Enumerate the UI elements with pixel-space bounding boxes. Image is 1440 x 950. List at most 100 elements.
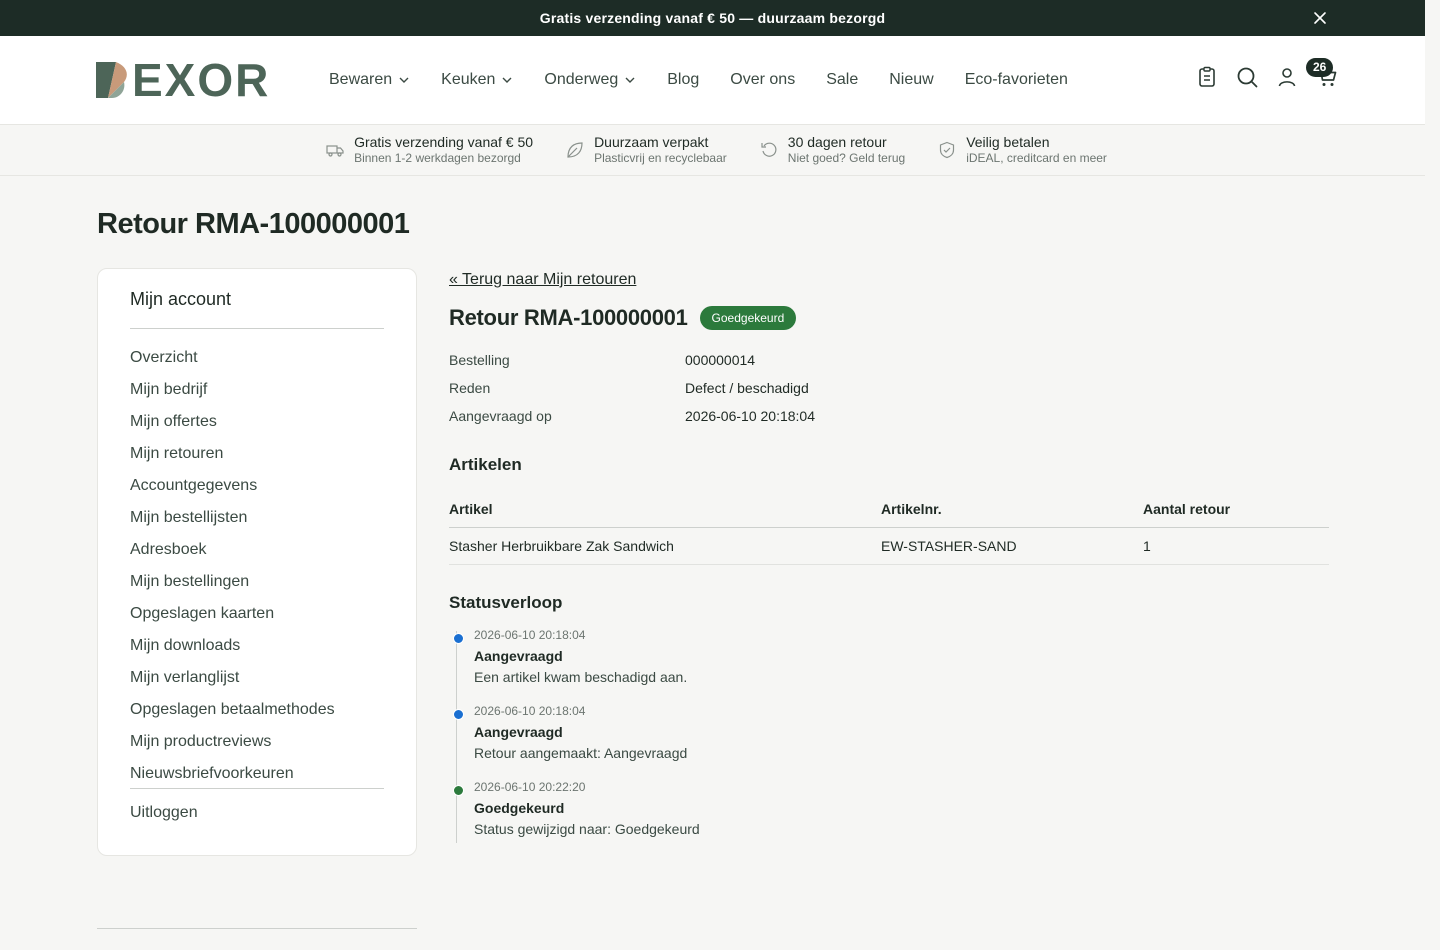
usp-item: Veilig betalen iDEAL, creditcard en meer bbox=[938, 134, 1107, 166]
table-cell: 1 bbox=[1143, 527, 1329, 565]
meta-label: Bestelling bbox=[449, 352, 510, 368]
usp-title: Gratis verzending vanaf € 50 bbox=[354, 134, 534, 150]
sidebar-item-accountgegevens[interactable]: Accountgegevens bbox=[130, 476, 384, 508]
column-header: Artikelnr. bbox=[881, 491, 1143, 528]
leaf-icon bbox=[567, 142, 583, 158]
clipboard-icon[interactable] bbox=[1196, 66, 1218, 88]
timeline-message: Een artikel kwam beschadigd aan. bbox=[474, 668, 688, 685]
page-title: Retour RMA-100000001 bbox=[97, 208, 410, 240]
sidebar-item-mijn-downloads[interactable]: Mijn downloads bbox=[130, 636, 384, 668]
sidebar-item-mijn-retouren[interactable]: Mijn retouren bbox=[130, 444, 384, 476]
scrollbar-track bbox=[1425, 0, 1440, 950]
sidebar-item-mijn-bestellijsten[interactable]: Mijn bestellijsten bbox=[130, 508, 384, 540]
logo-text: EXOR bbox=[132, 54, 271, 106]
sidebar-item-overzicht[interactable]: Overzicht bbox=[130, 348, 384, 380]
return-icon bbox=[761, 142, 777, 157]
announcement-text: Gratis verzending vanaf € 50 — duurzaam … bbox=[539, 10, 886, 26]
timeline-date: 2026-06-10 20:22:20 bbox=[474, 779, 586, 794]
sidebar-item-mijn-productreviews[interactable]: Mijn productreviews bbox=[130, 732, 384, 764]
timeline-date: 2026-06-10 20:18:04 bbox=[474, 627, 586, 642]
shield-icon bbox=[940, 141, 955, 159]
usp-title: Veilig betalen bbox=[966, 134, 1050, 150]
nav-item-eco-favorieten[interactable]: Eco-favorieten bbox=[965, 68, 1068, 92]
timeline-date: 2026-06-10 20:18:04 bbox=[474, 703, 586, 718]
usp-title: Duurzaam verpakt bbox=[594, 134, 709, 150]
timeline-status: Aangevraagd bbox=[474, 647, 563, 664]
meta-row: Aangevraagd op 2026-06-10 20:18:04 bbox=[449, 402, 1329, 430]
usp-subtitle: Niet goed? Geld terug bbox=[787, 151, 906, 165]
usp-subtitle: Binnen 1-2 werkdagen bezorgd bbox=[354, 151, 521, 165]
sidebar-item-mijn-offertes[interactable]: Mijn offertes bbox=[130, 412, 384, 444]
usp-item: Duurzaam verpakt Plasticvrij en recycleba… bbox=[566, 134, 727, 166]
column-header: Aantal retour bbox=[1143, 491, 1329, 528]
logout-link[interactable]: Uitloggen bbox=[130, 804, 384, 822]
nav-item-keuken[interactable]: Keuken bbox=[441, 68, 513, 92]
divider bbox=[97, 928, 417, 929]
truck-icon bbox=[326, 145, 344, 157]
sidebar-item-opgeslagen-kaarten[interactable]: Opgeslagen kaarten bbox=[130, 604, 384, 636]
timeline-line bbox=[456, 630, 457, 843]
nav-item-label: Onderweg bbox=[544, 71, 619, 88]
usp-item: Gratis verzending vanaf € 50 Binnen 1-2 w… bbox=[326, 134, 533, 166]
nav-item-onderweg[interactable]: Onderweg bbox=[544, 68, 636, 92]
table-cell: EW-STASHER-SAND bbox=[881, 527, 1143, 565]
nav-item-over-ons[interactable]: Over ons bbox=[730, 68, 795, 92]
meta-value: Defect / beschadigd bbox=[685, 380, 809, 396]
account-sidebar: Mijn account Overzicht Mijn bedrijf Mijn o… bbox=[97, 268, 417, 856]
usp-subtitle: Plasticvrij en recyclebaar bbox=[594, 151, 727, 165]
timeline-dot bbox=[453, 632, 464, 644]
sidebar-menu: Overzicht Mijn bedrijf Mijn offertes Mijn r… bbox=[130, 329, 384, 796]
nav-item-label: Sale bbox=[826, 71, 859, 88]
nav-item-blog[interactable]: Blog bbox=[667, 68, 699, 92]
announcement-bar: Gratis verzending vanaf € 50 — duurzaam … bbox=[0, 0, 1425, 36]
close-icon[interactable] bbox=[1311, 9, 1329, 27]
sidebar-item-mijn-verlanglijst[interactable]: Mijn verlanglijst bbox=[130, 668, 384, 700]
timeline-item: 2026-06-10 20:18:04 Aangevraagd Retour a… bbox=[453, 703, 1329, 779]
nav-item-bewaren[interactable]: Bewaren bbox=[329, 68, 410, 92]
usp-bar: Gratis verzending vanaf € 50 Binnen 1-2 w… bbox=[0, 125, 1425, 176]
back-to-returns-link[interactable]: « Terug naar Mijn retouren bbox=[449, 271, 636, 289]
articles-title: Artikelen bbox=[449, 455, 522, 474]
search-icon[interactable] bbox=[1236, 66, 1258, 88]
nav-item-sale[interactable]: Sale bbox=[826, 68, 858, 92]
usp-title: 30 dagen retour bbox=[787, 134, 887, 150]
logo[interactable]: EXOR bbox=[96, 54, 271, 106]
nav-item-label: Nieuw bbox=[889, 71, 934, 88]
user-icon[interactable] bbox=[1276, 66, 1298, 88]
table-cell: Stasher Herbruikbare Zak Sandwich bbox=[449, 527, 881, 565]
sidebar-item-mijn-bedrijf[interactable]: Mijn bedrijf bbox=[130, 380, 384, 412]
site-header: EXOR Bewaren Keuken Onderweg Blog Over ons Sa… bbox=[0, 36, 1425, 125]
table-row: Stasher Herbruikbare Zak Sandwich EW-STA… bbox=[449, 527, 1329, 565]
sidebar-item-adresboek[interactable]: Adresboek bbox=[130, 540, 384, 572]
nav-item-nieuw[interactable]: Nieuw bbox=[889, 68, 933, 92]
chevron-down-icon bbox=[399, 77, 409, 83]
rma-title: Retour RMA-100000001 bbox=[449, 305, 688, 330]
meta-label: Aangevraagd op bbox=[449, 408, 552, 424]
timeline-title: Statusverloop bbox=[449, 592, 563, 612]
chevron-down-icon bbox=[625, 77, 635, 83]
chevron-down-icon bbox=[502, 77, 512, 83]
status-badge: Goedgekeurd bbox=[699, 306, 797, 330]
logo-mark-icon bbox=[96, 62, 127, 98]
timeline-item: 2026-06-10 20:22:20 Goedgekeurd Status g… bbox=[453, 779, 1329, 855]
meta-value: 2026-06-10 20:18:04 bbox=[685, 408, 815, 424]
sidebar-item-mijn-bestellingen[interactable]: Mijn bestellingen bbox=[130, 572, 384, 604]
meta-row: Bestelling 000000014 bbox=[449, 346, 1329, 374]
nav-item-label: Blog bbox=[667, 71, 700, 88]
sidebar-divider: Uitloggen bbox=[130, 788, 384, 822]
timeline-dot bbox=[453, 708, 464, 720]
status-timeline: 2026-06-10 20:18:04 Aangevraagd Een arti… bbox=[449, 627, 1329, 855]
articles-table: Artikel Artikelnr. Aantal retour Stasher… bbox=[449, 491, 1329, 565]
nav-item-label: Eco-favorieten bbox=[964, 71, 1068, 88]
table-header-row: Artikel Artikelnr. Aantal retour bbox=[449, 491, 1329, 528]
timeline-dot bbox=[453, 784, 464, 796]
sidebar-item-opgeslagen-betaalmethodes[interactable]: Opgeslagen betaalmethodes bbox=[130, 700, 384, 732]
meta-value: 000000014 bbox=[685, 352, 756, 368]
rma-meta: Bestelling 000000014 Reden Defect / bescha… bbox=[449, 346, 1329, 430]
meta-label: Reden bbox=[449, 380, 491, 396]
rma-header: Retour RMA-100000001 Goedgekeurd bbox=[449, 305, 1329, 331]
main-nav: Bewaren Keuken Onderweg Blog Over ons Sale Nie… bbox=[329, 68, 1099, 92]
timeline-message: Retour aangemaakt: Aangevraagd bbox=[474, 744, 688, 761]
nav-item-label: Keuken bbox=[441, 71, 496, 88]
nav-item-label: Over ons bbox=[730, 71, 796, 88]
